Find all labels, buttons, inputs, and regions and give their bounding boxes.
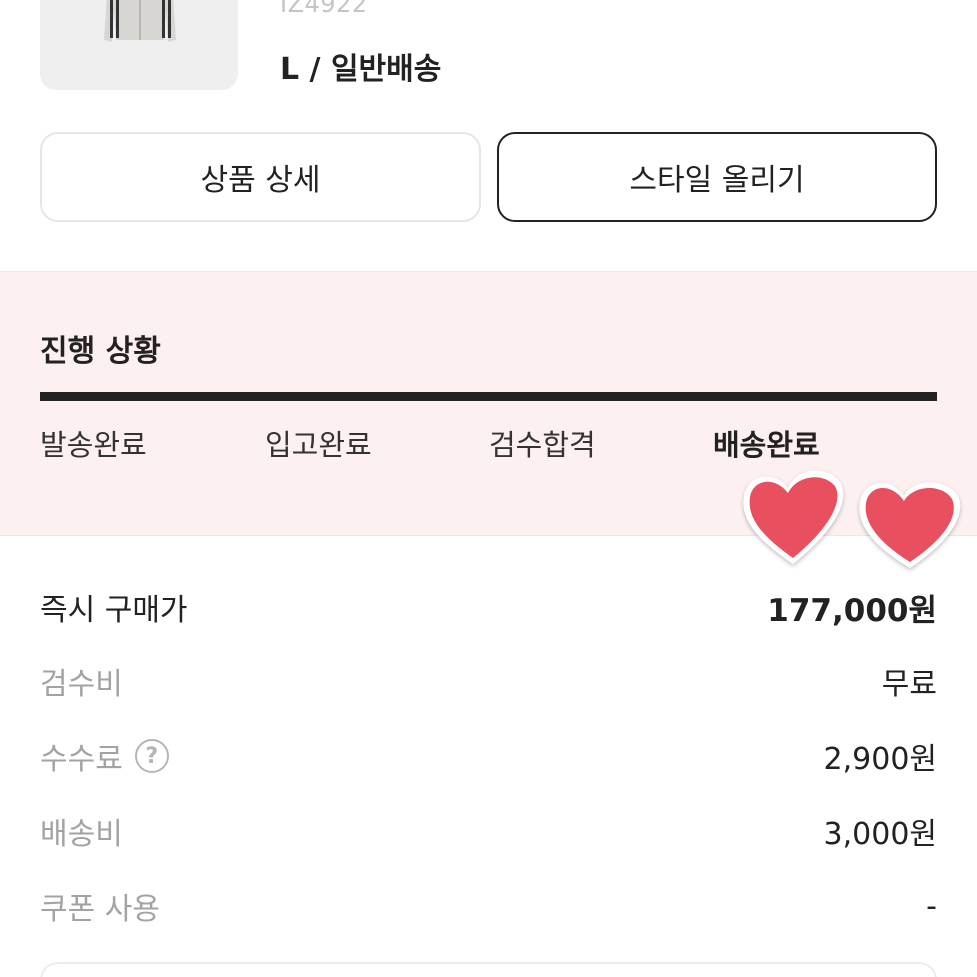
product-thumbnail[interactable] [40, 0, 238, 90]
upload-style-button[interactable]: 스타일 올리기 [497, 132, 937, 222]
inspection-fee-row: 검수비 무료 [40, 656, 937, 706]
commission-label: 수수료 [40, 742, 123, 777]
step-delivered: 배송완료 [713, 428, 820, 462]
coupon-label: 쿠폰 사용 [40, 892, 160, 927]
progress-bar [40, 392, 937, 401]
question-icon[interactable]: ? [134, 739, 169, 773]
progress-title: 진행 상황 [40, 334, 161, 369]
shipping-fee-label: 배송비 [40, 817, 123, 852]
inspection-fee-label: 검수비 [40, 667, 123, 702]
step-shipped: 발송완료 [40, 428, 147, 462]
progress-bar-fill [40, 392, 937, 401]
instant-buy-value: 177,000원 [767, 592, 937, 629]
shipping-fee-value: 3,000원 [823, 817, 937, 852]
product-model-number: IZ4922 [280, 0, 368, 18]
instant-buy-row: 즉시 구매가 177,000원 [40, 582, 937, 632]
product-detail-button[interactable]: 상품 상세 [40, 132, 481, 222]
step-received: 입고완료 [265, 428, 372, 462]
step-inspection-passed: 검수합격 [489, 428, 596, 462]
jacket-image [104, 0, 176, 42]
inspection-fee-value: 무료 [881, 667, 937, 702]
commission-value: 2,900원 [823, 742, 937, 777]
coupon-row: 쿠폰 사용 - [40, 881, 937, 931]
bottom-card [40, 962, 937, 977]
product-option: L / 일반배송 [280, 52, 442, 87]
heart-sticker-icon [743, 470, 961, 568]
instant-buy-label: 즉시 구매가 [40, 593, 188, 628]
coupon-value: - [926, 888, 937, 924]
commission-row: 수수료 ? 2,900원 [40, 731, 937, 781]
shipping-fee-row: 배송비 3,000원 [40, 806, 937, 856]
